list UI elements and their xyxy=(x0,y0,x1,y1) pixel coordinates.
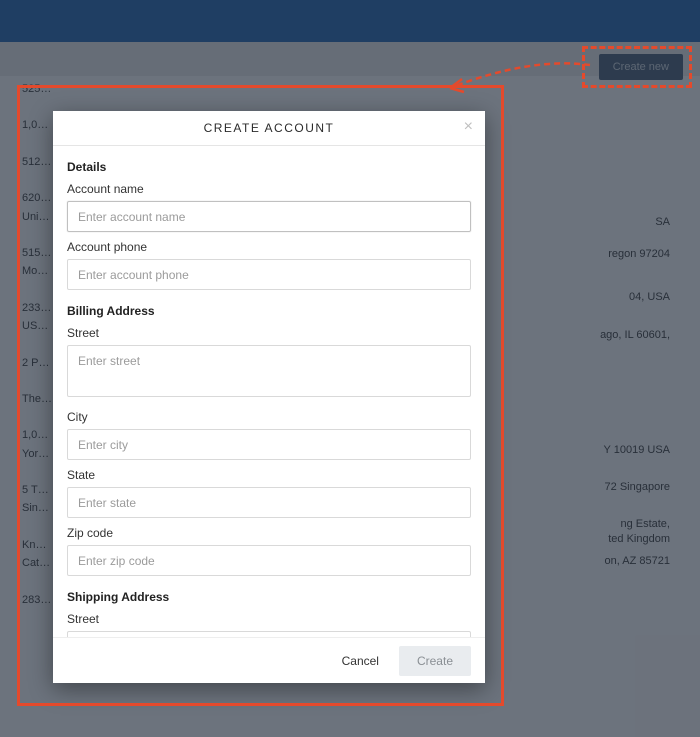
billing-city-label: City xyxy=(67,410,471,424)
account-name-input[interactable] xyxy=(67,201,471,232)
modal-title: CREATE ACCOUNT xyxy=(53,111,485,146)
billing-state-label: State xyxy=(67,468,471,482)
app-topbar xyxy=(0,0,700,42)
account-phone-input[interactable] xyxy=(67,259,471,290)
shipping-street-label: Street xyxy=(67,612,471,626)
modal-body[interactable]: Details Account name Account phone Billi… xyxy=(53,146,485,637)
cancel-button[interactable]: Cancel xyxy=(334,648,387,674)
billing-street-label: Street xyxy=(67,326,471,340)
section-title-billing: Billing Address xyxy=(67,304,471,318)
modal-footer: Cancel Create xyxy=(53,637,485,683)
section-title-details: Details xyxy=(67,160,471,174)
billing-zip-input[interactable] xyxy=(67,545,471,576)
account-phone-label: Account phone xyxy=(67,240,471,254)
billing-street-input[interactable] xyxy=(67,345,471,397)
billing-city-input[interactable] xyxy=(67,429,471,460)
create-button[interactable]: Create xyxy=(399,646,471,676)
create-account-modal: CREATE ACCOUNT × Details Account name Ac… xyxy=(53,111,485,683)
billing-state-input[interactable] xyxy=(67,487,471,518)
shipping-street-input[interactable] xyxy=(67,631,471,637)
modal-header: CREATE ACCOUNT × xyxy=(53,111,485,146)
close-icon[interactable]: × xyxy=(464,119,473,135)
billing-zip-label: Zip code xyxy=(67,526,471,540)
account-name-label: Account name xyxy=(67,182,471,196)
section-title-shipping: Shipping Address xyxy=(67,590,471,604)
